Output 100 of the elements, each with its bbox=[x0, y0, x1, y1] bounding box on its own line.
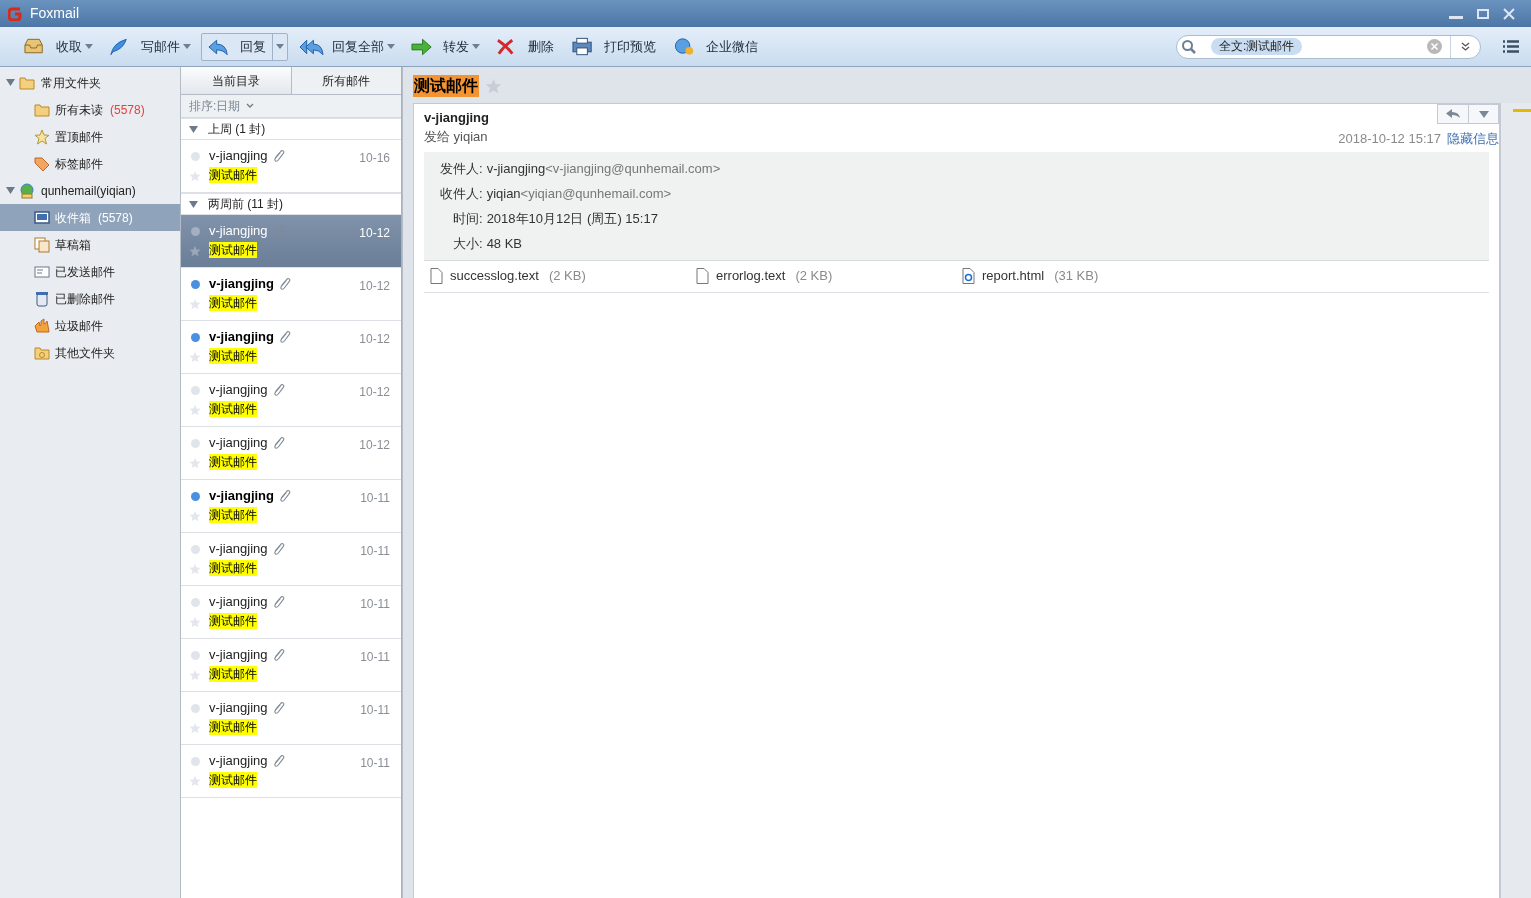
message-date: 10-12 bbox=[359, 225, 391, 242]
folder-item[interactable]: 其他文件夹 bbox=[0, 339, 180, 366]
maximize-button[interactable] bbox=[1477, 8, 1489, 19]
toolbar-button[interactable]: 删除 bbox=[490, 32, 560, 61]
caret-icon[interactable] bbox=[85, 44, 93, 49]
detail-label: 收件人: bbox=[440, 184, 483, 203]
attachment-name: errorlog.text bbox=[716, 267, 786, 286]
folder-item[interactable]: 草稿箱 bbox=[0, 231, 180, 258]
message-subject: 测试邮件 bbox=[209, 167, 257, 183]
list-tab[interactable]: 当前目录 bbox=[181, 67, 292, 94]
star-icon[interactable] bbox=[189, 722, 201, 734]
group-header[interactable]: 上周 (1 封) bbox=[181, 118, 401, 140]
web-document-icon bbox=[962, 268, 975, 284]
double-chevron-icon bbox=[1461, 42, 1470, 51]
search-icon bbox=[1181, 38, 1197, 55]
reply-all-arrow-icon bbox=[300, 36, 324, 57]
paperclip-icon bbox=[271, 595, 285, 609]
folder-item[interactable]: 置顶邮件 bbox=[0, 123, 180, 150]
caret-icon[interactable] bbox=[472, 44, 480, 49]
folder-item[interactable]: 标签邮件 bbox=[0, 150, 180, 177]
app-logo-icon bbox=[8, 6, 22, 21]
detail-value: v-jiangjing bbox=[486, 159, 546, 178]
expanded-triangle-icon bbox=[189, 199, 198, 209]
message-date: 10-11 bbox=[360, 649, 391, 666]
list-tab[interactable]: 所有邮件 bbox=[291, 67, 401, 94]
message-row[interactable]: v-jiangjing 测试邮件 10-12 bbox=[181, 215, 401, 268]
message-subject: 测试邮件 bbox=[209, 348, 257, 364]
sender-name: v-jiangjing bbox=[209, 752, 268, 770]
folder-item[interactable]: 垃圾邮件 bbox=[0, 312, 180, 339]
folder-icon bbox=[34, 344, 50, 361]
star-icon[interactable] bbox=[189, 775, 201, 787]
paperclip-icon bbox=[278, 330, 291, 344]
button-label: 转发 bbox=[443, 37, 469, 56]
expanded-triangle-icon[interactable] bbox=[6, 186, 15, 195]
more-button[interactable] bbox=[1469, 104, 1499, 124]
caret-icon[interactable] bbox=[276, 44, 284, 49]
hide-details-link[interactable]: 隐藏信息 bbox=[1447, 129, 1499, 149]
attachment-size: (31 KB) bbox=[1054, 267, 1099, 286]
star-icon[interactable] bbox=[189, 404, 201, 416]
message-date: 10-12 bbox=[359, 331, 391, 348]
toolbar-button[interactable]: 转发 bbox=[405, 32, 475, 61]
toolbar-button[interactable]: 写邮件 bbox=[103, 32, 186, 61]
sender-name: v-jiangjing bbox=[209, 275, 274, 293]
chevron-down-icon[interactable] bbox=[246, 103, 255, 109]
attachment-size: (2 KB) bbox=[795, 267, 833, 286]
toolbar-button[interactable]: 回复全部 bbox=[294, 32, 390, 61]
document-icon bbox=[430, 268, 443, 284]
sender-name: v-jiangjing bbox=[209, 222, 268, 240]
message-subject: 测试邮件 bbox=[209, 295, 257, 311]
folder-item[interactable]: 所有未读 (5578) bbox=[0, 96, 180, 123]
star-icon[interactable] bbox=[189, 245, 201, 257]
star-icon[interactable] bbox=[189, 170, 201, 182]
message-date: 10-12 bbox=[359, 278, 391, 295]
window-title: Foxmail bbox=[30, 4, 79, 23]
star-icon[interactable] bbox=[189, 669, 201, 681]
expanded-triangle-icon[interactable] bbox=[6, 78, 15, 87]
sort-label[interactable]: 排序:日期 bbox=[189, 97, 241, 115]
detail-label: 时间: bbox=[453, 209, 483, 228]
folder-item[interactable]: 已删除邮件 bbox=[0, 285, 180, 312]
star-icon[interactable] bbox=[189, 351, 201, 363]
minimize-button[interactable] bbox=[1449, 16, 1463, 19]
clear-icon[interactable] bbox=[1427, 39, 1442, 54]
star-icon[interactable] bbox=[189, 563, 201, 575]
reply-button[interactable] bbox=[1437, 104, 1469, 124]
star-icon[interactable] bbox=[189, 510, 201, 522]
attachment[interactable]: errorlog.text (2 KB) bbox=[696, 266, 962, 286]
attachment[interactable]: report.html (31 KB) bbox=[962, 266, 1228, 286]
attachment[interactable]: successlog.text (2 KB) bbox=[430, 266, 696, 286]
message-subject: 测试邮件 bbox=[209, 242, 257, 258]
close-icon[interactable] bbox=[1503, 7, 1515, 20]
group-header[interactable]: 两周前 (11 封) bbox=[181, 193, 401, 215]
button-label: 回复 bbox=[240, 37, 266, 56]
paperclip-icon bbox=[271, 701, 285, 715]
search-field[interactable]: 全文:测试邮件 bbox=[1176, 34, 1481, 59]
folder-item[interactable]: 已发送邮件 bbox=[0, 258, 180, 285]
button-label: 写邮件 bbox=[141, 37, 180, 56]
toolbar-button[interactable]: 打印预览 bbox=[566, 32, 662, 61]
button-label: 删除 bbox=[528, 37, 554, 56]
sender-name: v-jiangjing bbox=[209, 381, 268, 399]
message-subject: 测试邮件 bbox=[413, 75, 479, 97]
detail-value: yiqian bbox=[486, 184, 521, 203]
folder-tree-item[interactable]: qunhemail(yiqian) bbox=[0, 177, 180, 204]
envelope-icon bbox=[34, 263, 50, 280]
button-label: 收取 bbox=[56, 37, 82, 56]
message-subject: 测试邮件 bbox=[209, 666, 257, 682]
toolbar-button[interactable]: 企业微信 bbox=[668, 32, 764, 61]
toolbar-button[interactable]: 收取 bbox=[18, 32, 88, 61]
star-icon[interactable] bbox=[189, 298, 201, 310]
scrollbar[interactable] bbox=[1500, 103, 1531, 898]
scroll-marker bbox=[1513, 109, 1531, 112]
caret-icon[interactable] bbox=[387, 44, 395, 49]
star-icon[interactable] bbox=[189, 457, 201, 469]
caret-icon[interactable] bbox=[183, 44, 191, 49]
folder-tree-item[interactable]: 常用文件夹 bbox=[0, 69, 180, 96]
menu-icon[interactable] bbox=[1503, 40, 1519, 53]
star-icon[interactable] bbox=[189, 616, 201, 628]
button-label: 回复全部 bbox=[332, 37, 384, 56]
email-address: <v-jiangjing@qunhemail.com> bbox=[545, 159, 721, 178]
message-subject: 测试邮件 bbox=[209, 772, 257, 788]
trash-can-icon bbox=[34, 290, 50, 307]
